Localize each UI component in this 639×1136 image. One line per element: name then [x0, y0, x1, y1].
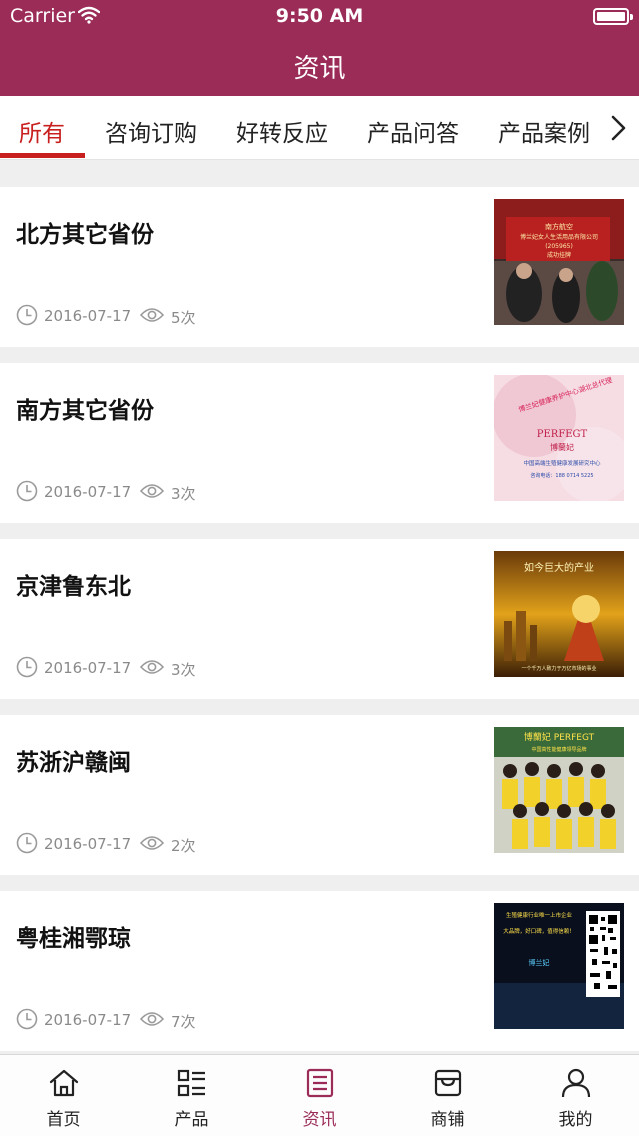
list-item[interactable]: 北方其它省份 2016-07-17 5次 南方航空 博兰妃女人生活用品有限公司 …: [0, 187, 639, 347]
article-views: 7次: [171, 1013, 196, 1031]
eye-icon: [140, 308, 164, 322]
article-thumbnail[interactable]: 博兰妃健康养护中心湖北总代理 PERFEGT 博蘭妃 中国高端生殖健康发展研究中…: [494, 375, 624, 501]
article-title: 南方其它省份: [16, 398, 154, 424]
tab-product-qa[interactable]: 产品问答: [367, 114, 459, 148]
active-tab-indicator: [0, 153, 85, 158]
article-date: 2016-07-17: [44, 483, 132, 501]
bottom-tab-label: 资讯: [302, 1110, 337, 1130]
thumb-text: 咨询电话：188 0714 5225: [530, 472, 593, 479]
article-title: 粤桂湘鄂琼: [16, 926, 131, 952]
bottom-tab-home[interactable]: 首页: [0, 1055, 127, 1136]
tab-product-cases[interactable]: 产品案例: [498, 114, 590, 148]
thumb-text: 生殖健康行业唯一上市企业: [506, 911, 573, 919]
eye-icon: [140, 660, 164, 674]
eye-icon: [140, 1012, 164, 1026]
thumb-text: 成功挂牌: [547, 251, 571, 259]
bottom-tab-shop[interactable]: 商铺: [384, 1055, 511, 1136]
clock-icon: [16, 304, 38, 326]
article-date: 2016-07-17: [44, 307, 132, 325]
article-views: 3次: [171, 485, 196, 503]
bottom-tab-label: 首页: [46, 1110, 81, 1130]
thumb-text: 如今巨大的产业: [524, 561, 594, 574]
article-date: 2016-07-17: [44, 835, 132, 853]
battery-icon: [593, 8, 633, 25]
bottom-tab-mine[interactable]: 我的: [512, 1055, 639, 1136]
bottom-tab-label: 商铺: [430, 1110, 465, 1130]
eye-icon: [140, 836, 164, 850]
clock-icon: [16, 1008, 38, 1030]
article-views: 5次: [171, 309, 196, 327]
home-icon: [49, 1069, 79, 1097]
user-icon: [561, 1068, 591, 1098]
bottom-tab-label: 我的: [558, 1110, 593, 1130]
bottom-tab-label: 产品: [174, 1110, 209, 1130]
clock-icon: [16, 656, 38, 678]
article-thumbnail[interactable]: 博蘭妃 PERFEGT 中国高性能健康领导品牌: [494, 727, 624, 853]
list-item[interactable]: 南方其它省份 2016-07-17 3次 博兰妃健康养护中心湖北总代理 PERF…: [0, 363, 639, 523]
article-date: 2016-07-17: [44, 1011, 132, 1029]
list-item[interactable]: 粤桂湘鄂琼 2016-07-17 7次 生殖健康行业唯一上市企业 大品牌，好口碑…: [0, 891, 639, 1051]
page-title: 资讯: [293, 54, 346, 84]
chevron-right-icon[interactable]: [607, 114, 629, 142]
thumb-text: 博兰妃女人生活用品有限公司: [520, 233, 598, 241]
list-icon: [177, 1069, 205, 1097]
list-item[interactable]: 苏浙沪赣闽 2016-07-17 2次 博蘭妃 PERFEGT 中国高性能健康领…: [0, 715, 639, 875]
article-views: 3次: [171, 661, 196, 679]
article-thumbnail[interactable]: 如今巨大的产业 一个千万人致力于万亿市场的事业: [494, 551, 624, 677]
bottom-tab-bar: 首页 产品 资讯 商铺 我的: [0, 1054, 639, 1136]
list-item[interactable]: 京津鲁东北 2016-07-17 3次 如今巨大的产业 一个千万人致力于万亿市场…: [0, 539, 639, 699]
bottom-tab-products[interactable]: 产品: [128, 1055, 255, 1136]
thumb-text: 博蘭妃: [550, 442, 574, 452]
clock-icon: [16, 832, 38, 854]
thumb-text: 博蘭妃 PERFEGT: [524, 731, 595, 743]
tab-recovery-reaction[interactable]: 好转反应: [236, 114, 328, 148]
article-title: 北方其它省份: [16, 222, 154, 248]
article-title: 苏浙沪赣闽: [16, 750, 131, 776]
article-thumbnail[interactable]: 南方航空 博兰妃女人生活用品有限公司 (205965) 成功挂牌: [494, 199, 624, 325]
tab-consult-order[interactable]: 咨询订购: [105, 114, 197, 148]
article-title: 京津鲁东北: [16, 574, 131, 600]
article-thumbnail[interactable]: 生殖健康行业唯一上市企业 大品牌，好口碑，值得信赖！ 博兰妃: [494, 903, 624, 1029]
article-date: 2016-07-17: [44, 659, 132, 677]
news-icon: [306, 1068, 334, 1098]
thumb-text: 一个千万人致力于万亿市场的事业: [521, 665, 596, 672]
shop-icon: [434, 1069, 462, 1097]
thumb-text: 中国高性能健康领导品牌: [531, 746, 586, 753]
category-tabs: 所有 咨询订购 好转反应 产品问答 产品案例: [0, 96, 639, 160]
tab-all[interactable]: 所有: [19, 114, 65, 148]
clock-time: 9:50 AM: [275, 5, 364, 27]
thumb-text: 大品牌，好口碑，值得信赖！: [503, 927, 575, 935]
thumb-text: (205965): [545, 243, 573, 250]
bottom-tab-news[interactable]: 资讯: [256, 1055, 383, 1136]
status-bar: Carrier 9:50 AM: [0, 0, 639, 32]
eye-icon: [140, 484, 164, 498]
thumb-text: 南方航空: [545, 222, 573, 231]
thumb-text: 博兰妃: [529, 958, 550, 967]
thumb-text: PERFEGT: [537, 429, 588, 440]
article-views: 2次: [171, 837, 196, 855]
header: Carrier 9:50 AM 资讯: [0, 0, 639, 96]
thumb-text: 中国高端生殖健康发展研究中心: [523, 459, 601, 467]
clock-icon: [16, 480, 38, 502]
